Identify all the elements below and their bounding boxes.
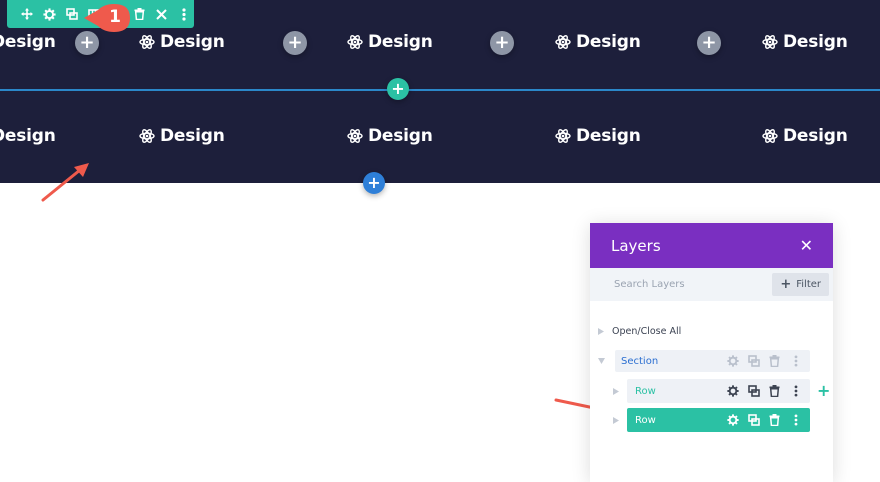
design-label: Design: [0, 32, 56, 52]
filter-label: Filter: [796, 279, 821, 290]
add-row-button[interactable]: +: [387, 78, 409, 100]
row-divider: [0, 89, 880, 91]
layers-search-bar: + Filter: [590, 268, 833, 301]
more-icon[interactable]: [789, 355, 802, 368]
design-module[interactable]: Design: [347, 32, 433, 52]
design-module[interactable]: Design: [555, 32, 641, 52]
annotation-arrow: [41, 163, 89, 202]
callout-number: 1: [109, 7, 121, 27]
layer-row[interactable]: Row: [627, 379, 810, 403]
design-label: Design: [368, 32, 433, 52]
design-label: Design: [783, 126, 848, 146]
design-label: Design: [0, 126, 56, 146]
add-module-button[interactable]: +: [75, 31, 99, 55]
duplicate-icon[interactable]: [747, 355, 760, 368]
atom-icon: [139, 35, 155, 49]
caret-right-icon[interactable]: [598, 328, 604, 335]
caret-right-icon[interactable]: [613, 417, 619, 424]
plus-icon: +: [780, 277, 792, 292]
trash-icon: [134, 8, 145, 20]
search-input[interactable]: [590, 278, 766, 291]
duplicate-button[interactable]: [62, 3, 82, 25]
move-button[interactable]: [17, 3, 37, 25]
gear-icon: [43, 7, 56, 21]
close-icon[interactable]: ✕: [800, 236, 813, 255]
design-module[interactable]: Design: [347, 126, 433, 146]
layer-row-active[interactable]: Row: [627, 408, 810, 432]
duplicate-icon[interactable]: [747, 385, 760, 398]
delete-button[interactable]: [129, 3, 149, 25]
add-module-button[interactable]: +: [697, 31, 721, 55]
filter-button[interactable]: + Filter: [772, 273, 829, 296]
design-module[interactable]: Design: [0, 32, 56, 52]
close-button[interactable]: [151, 3, 171, 25]
atom-icon: [347, 35, 363, 49]
atom-icon: [555, 129, 571, 143]
settings-button[interactable]: [39, 3, 59, 25]
design-label: Design: [160, 126, 225, 146]
design-label: Design: [783, 32, 848, 52]
add-module-button[interactable]: +: [490, 31, 514, 55]
more-icon[interactable]: [789, 385, 802, 398]
atom-icon: [762, 129, 778, 143]
layer-section[interactable]: Section: [615, 350, 810, 372]
design-module[interactable]: Design: [0, 126, 56, 146]
design-module[interactable]: Design: [555, 126, 641, 146]
trash-icon[interactable]: [768, 385, 781, 398]
open-close-all[interactable]: Open/Close All: [612, 326, 681, 337]
layers-header: Layers ✕: [590, 223, 833, 268]
move-icon: [21, 8, 34, 20]
close-icon: [156, 8, 167, 20]
layers-title: Layers: [611, 236, 661, 255]
more-icon: [182, 7, 186, 21]
design-module[interactable]: Design: [139, 126, 225, 146]
trash-icon[interactable]: [768, 355, 781, 368]
callout-badge: [84, 4, 130, 32]
add-section-button[interactable]: +: [363, 172, 385, 194]
row-label: Row: [635, 385, 656, 397]
design-module[interactable]: Design: [139, 32, 225, 52]
row-label: Row: [635, 414, 656, 426]
hero-section: Design Design Design Design Design + + +…: [0, 0, 880, 194]
atom-icon: [762, 35, 778, 49]
section-label: Section: [621, 355, 659, 367]
more-icon[interactable]: [789, 414, 802, 427]
design-module[interactable]: Design: [762, 126, 848, 146]
caret-right-icon[interactable]: [613, 388, 619, 395]
trash-icon[interactable]: [768, 414, 781, 427]
gear-icon[interactable]: [726, 385, 739, 398]
design-label: Design: [576, 32, 641, 52]
design-label: Design: [368, 126, 433, 146]
atom-icon: [347, 129, 363, 143]
layers-panel: Layers ✕ + Filter Open/Close All Section…: [590, 223, 833, 482]
add-module-button[interactable]: +: [283, 31, 307, 55]
design-module[interactable]: Design: [762, 32, 848, 52]
atom-icon: [555, 35, 571, 49]
atom-icon: [139, 129, 155, 143]
gear-icon[interactable]: [726, 355, 739, 368]
caret-down-icon[interactable]: [598, 358, 605, 364]
design-label: Design: [576, 126, 641, 146]
gear-icon[interactable]: [726, 414, 739, 427]
duplicate-icon: [65, 8, 78, 20]
design-label: Design: [160, 32, 225, 52]
more-button[interactable]: [174, 3, 194, 25]
duplicate-icon[interactable]: [747, 414, 760, 427]
add-row-icon[interactable]: +: [817, 381, 830, 400]
